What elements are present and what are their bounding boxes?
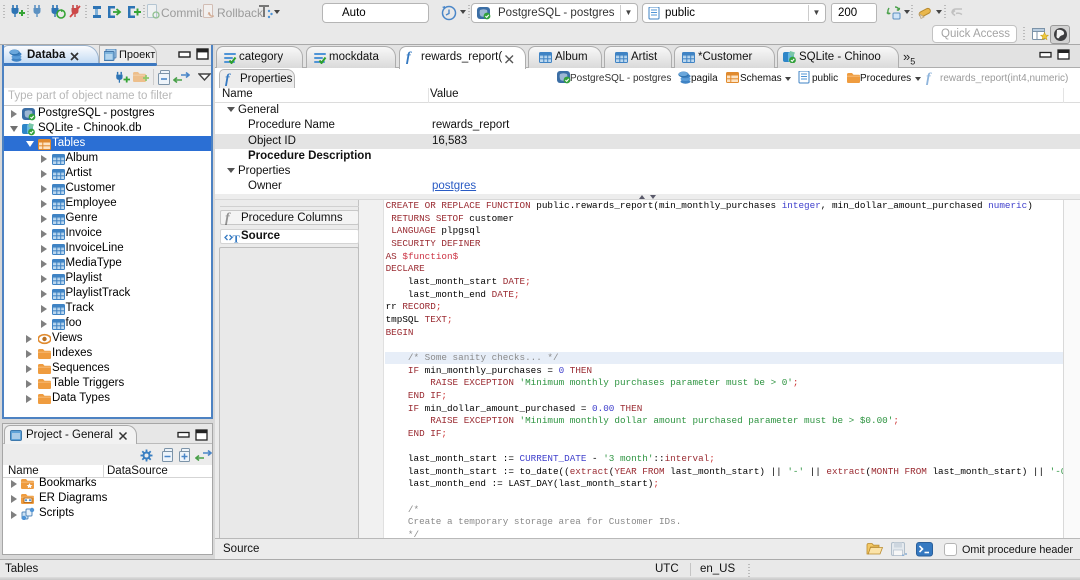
svg-text:T: T bbox=[233, 233, 241, 244]
svg-text:f: f bbox=[225, 211, 231, 225]
